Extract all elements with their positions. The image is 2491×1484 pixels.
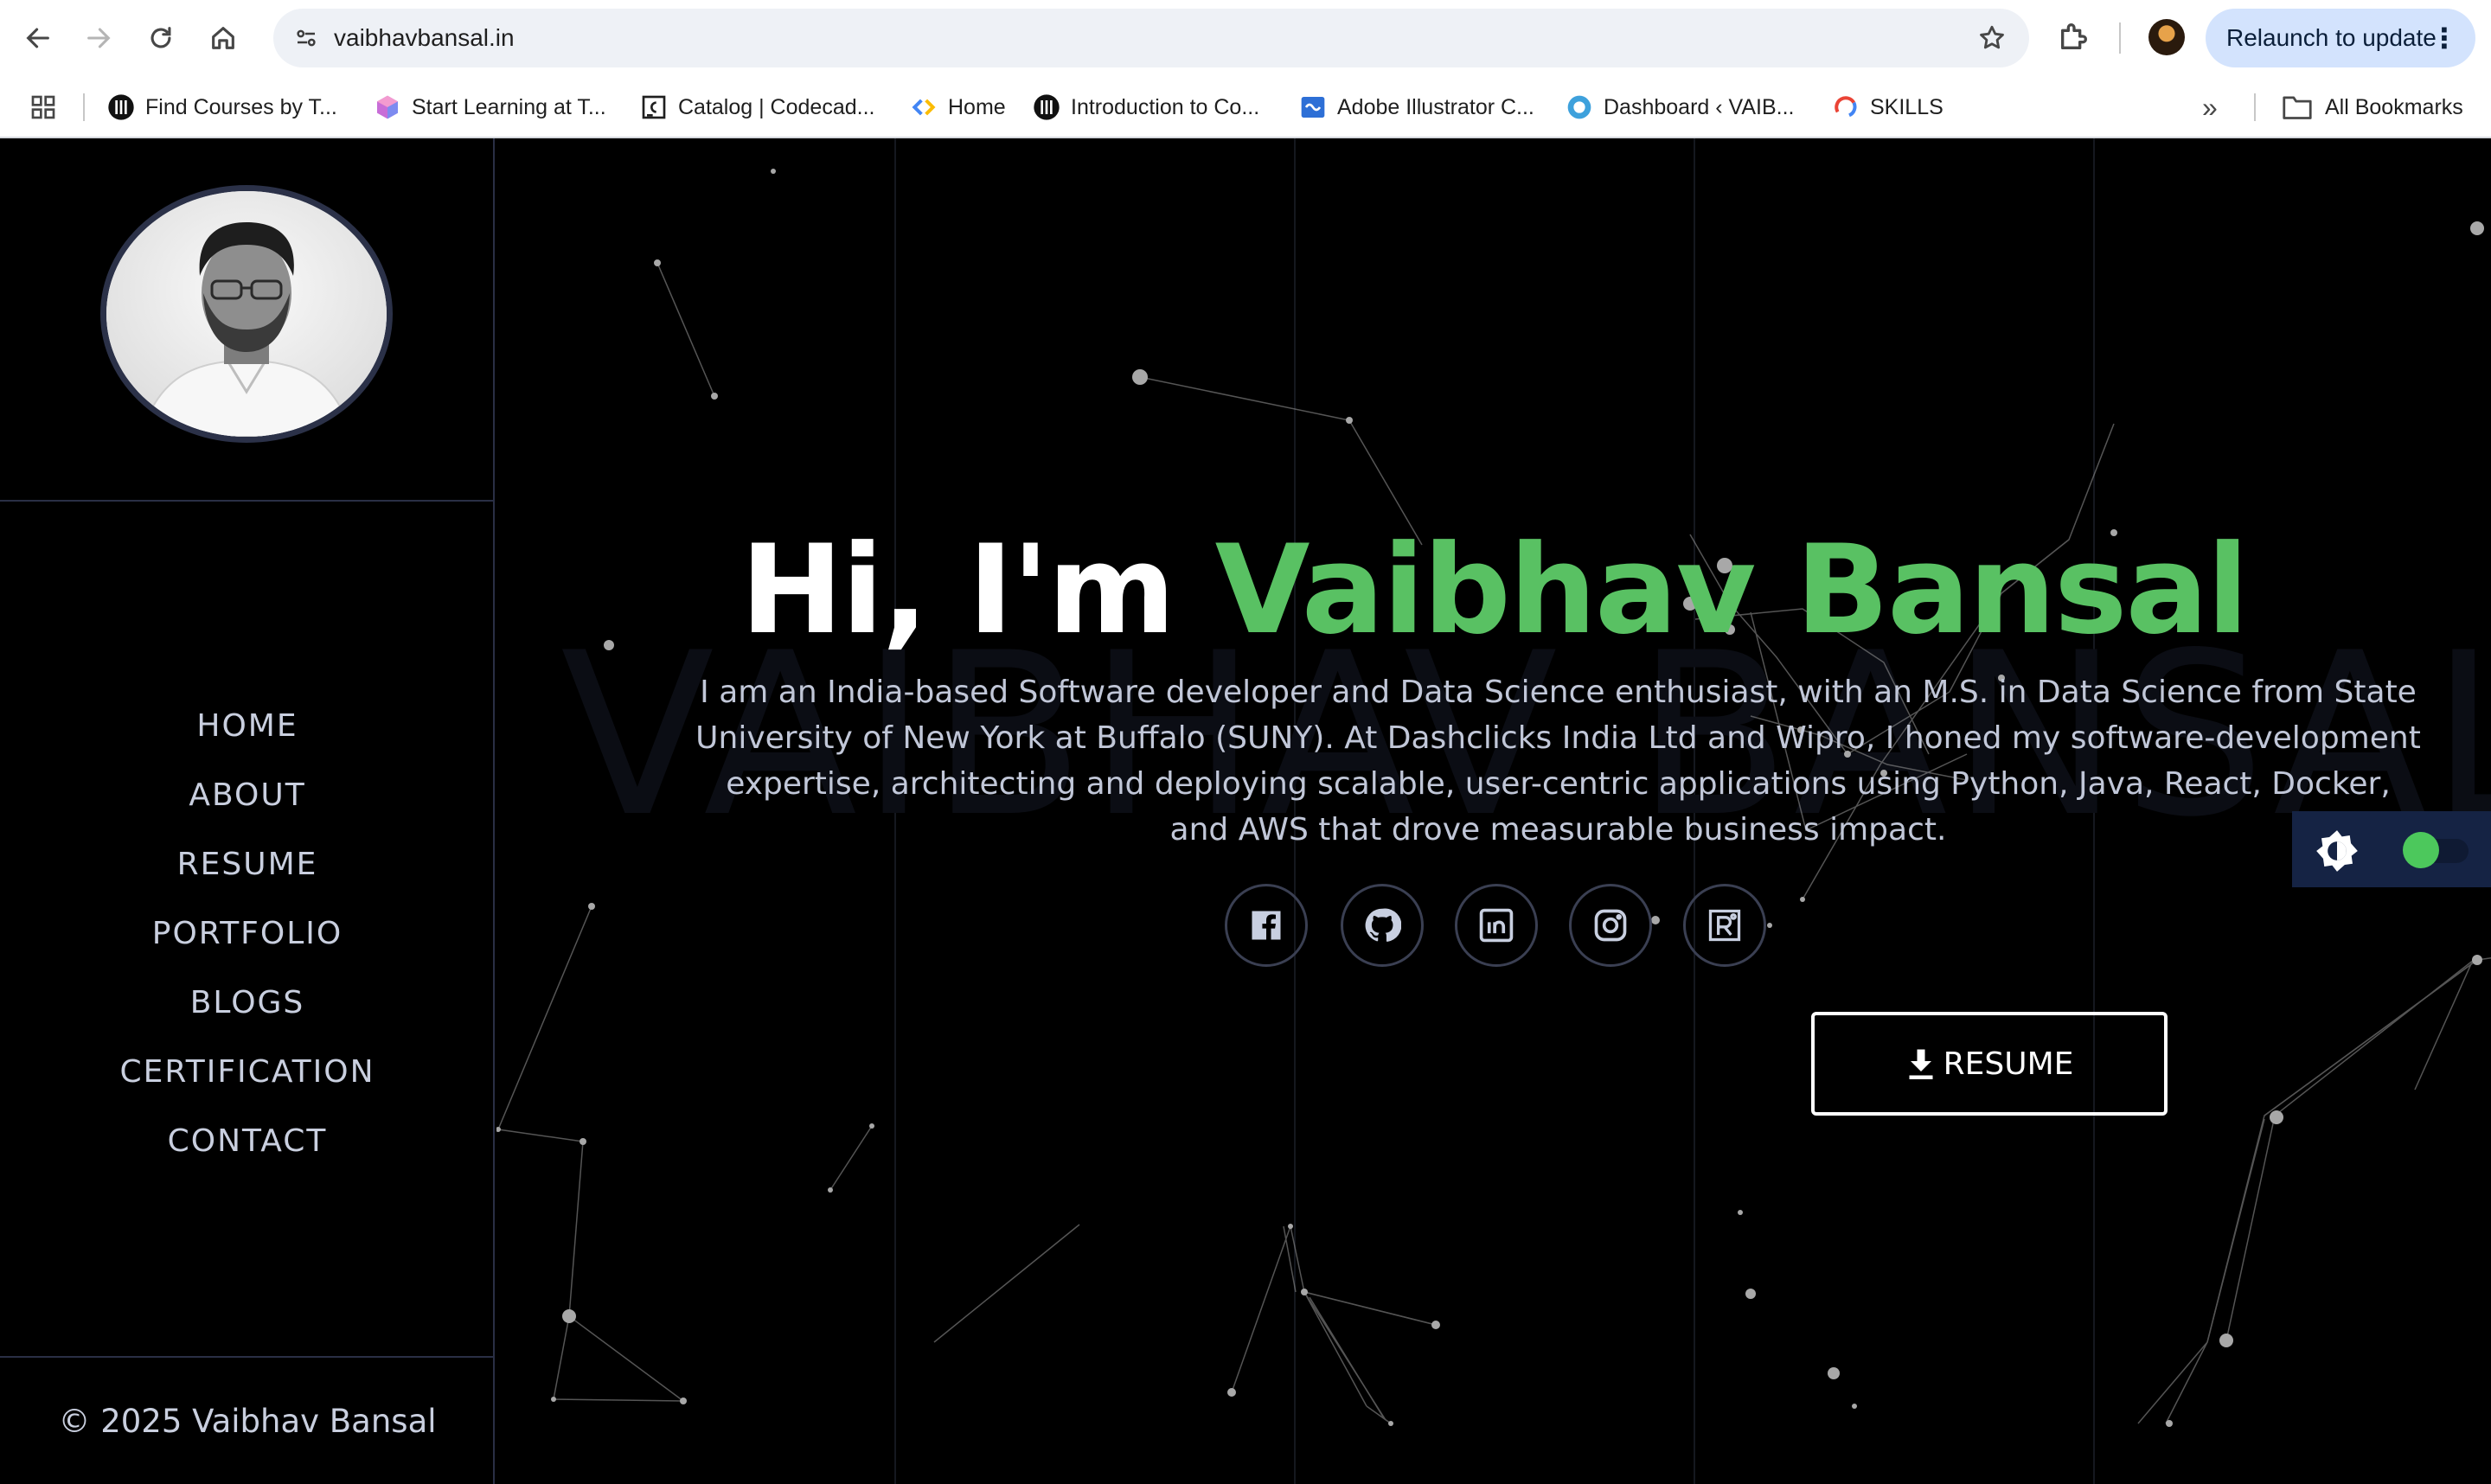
relaunch-to-update-button[interactable]: Relaunch to update ⋮ [2206, 9, 2475, 67]
reload-button[interactable] [135, 12, 187, 64]
nav-contact[interactable]: CONTACT [0, 1107, 495, 1176]
bookmark-label: Adobe Illustrator C... [1337, 94, 1534, 119]
copyright-text: © 2025 Vaibhav Bansal [58, 1403, 437, 1440]
skills-swirl-icon [1832, 93, 1860, 121]
bookmark-label: Introduction to Co... [1071, 94, 1260, 119]
bookmark-label: Catalog | Codecad... [678, 94, 875, 119]
bookmark-label: Start Learning at T... [412, 94, 606, 119]
nav-about[interactable]: ABOUT [0, 761, 495, 830]
bookmark-codecademy-catalog[interactable]: Catalog | Codecad... [640, 86, 874, 128]
brightness-icon [2316, 830, 2358, 872]
all-bookmarks-label: All Bookmarks [2325, 94, 2463, 119]
portfolio-page: HOME ABOUT RESUME PORTFOLIO BLOGS CERTIF… [0, 138, 2491, 1484]
forward-arrow-icon [87, 28, 111, 48]
resume-button-label: RESUME [1943, 1046, 2074, 1082]
extensions-puzzle-icon[interactable] [2057, 19, 2091, 54]
hero-name: Vaibhav Bansal [1214, 519, 2249, 662]
apps-grid-icon[interactable] [29, 93, 57, 121]
nav-portfolio[interactable]: PORTFOLIO [0, 899, 495, 969]
bookmark-home[interactable]: Home [910, 86, 1006, 128]
home-button[interactable] [197, 12, 249, 64]
nav-blogs[interactable]: BLOGS [0, 969, 495, 1038]
wordpress-icon [1566, 93, 1593, 121]
resume-r-icon [1708, 909, 1741, 942]
github-link[interactable] [1341, 884, 1424, 967]
linkedin-link[interactable] [1455, 884, 1538, 967]
address-bar[interactable]: vaibhavbansal.in [273, 9, 2029, 67]
social-links [1225, 884, 1775, 967]
browser-toolbar: vaibhavbansal.in Relaunch to update ⋮ [0, 0, 2491, 76]
treehouse-icon [107, 93, 135, 121]
hero-greeting: Hi, I'm [740, 519, 1215, 662]
folder-icon [2283, 96, 2312, 119]
forward-button[interactable] [73, 12, 125, 64]
github-icon [1365, 908, 1401, 942]
sidebar-divider [0, 1356, 495, 1358]
instagram-icon [1594, 909, 1627, 942]
more-menu-icon[interactable]: ⋮ [2430, 9, 2458, 67]
linkedin-icon [1479, 908, 1514, 943]
relaunch-label: Relaunch to update [2226, 24, 2437, 51]
main-navigation: HOME ABOUT RESUME PORTFOLIO BLOGS CERTIF… [0, 692, 495, 1176]
site-settings-icon[interactable] [289, 21, 323, 55]
nav-home[interactable]: HOME [0, 692, 495, 761]
bookmark-label: SKILLS [1870, 94, 1943, 119]
bookmark-label: Home [948, 94, 1006, 119]
bookmarks-divider [83, 93, 85, 121]
hero-description: I am an India-based Software developer a… [695, 675, 2421, 848]
bookmarks-bar: Find Courses by T... Start Learning at T… [0, 80, 2491, 135]
bookmark-star-icon[interactable] [1977, 23, 2007, 53]
bookmark-adobe-illustrator[interactable]: Adobe Illustrator C... [1299, 86, 1534, 128]
download-icon [1909, 1049, 1933, 1079]
udemy-blue-icon [1299, 93, 1327, 121]
sidebar: HOME ABOUT RESUME PORTFOLIO BLOGS CERTIF… [0, 138, 495, 1484]
code-brackets-icon [910, 93, 938, 121]
toolbar-divider [2119, 22, 2121, 54]
sidebar-divider [0, 500, 495, 502]
bookmark-label: Dashboard ‹ VAIB... [1604, 94, 1795, 119]
bookmark-introduction[interactable]: Introduction to Co... [1033, 86, 1259, 128]
toggle-knob[interactable] [2403, 832, 2439, 868]
home-icon [212, 27, 234, 49]
instagram-link[interactable] [1569, 884, 1652, 967]
nav-certification[interactable]: CERTIFICATION [0, 1038, 495, 1107]
codecademy-icon [640, 93, 668, 121]
bookmark-skills[interactable]: SKILLS [1832, 86, 1943, 128]
back-arrow-icon [26, 28, 49, 48]
bookmark-start-learning[interactable]: Start Learning at T... [374, 86, 606, 128]
url-text[interactable]: vaibhavbansal.in [334, 9, 515, 67]
resume-r-link[interactable] [1683, 884, 1766, 967]
facebook-link[interactable] [1225, 884, 1308, 967]
colorful-hexagon-icon [374, 93, 401, 121]
back-button[interactable] [12, 12, 64, 64]
bookmark-dashboard[interactable]: Dashboard ‹ VAIB... [1566, 86, 1794, 128]
profile-photo [100, 185, 393, 443]
treehouse-icon [1033, 93, 1060, 121]
hero-section: VAIBHAV BANSAL Hi, I'm Vaibhav Bansal I … [496, 138, 2491, 1484]
hero-heading: Hi, I'm Vaibhav Bansal [496, 519, 2491, 662]
theme-switcher[interactable] [2292, 811, 2491, 887]
download-resume-button[interactable]: RESUME [1811, 1012, 2168, 1116]
more-bookmarks-chevron-icon[interactable]: » [2202, 92, 2218, 124]
all-bookmarks-button[interactable]: All Bookmarks [2282, 86, 2463, 128]
bookmark-find-courses[interactable]: Find Courses by T... [107, 86, 337, 128]
browser-chrome: vaibhavbansal.in Relaunch to update ⋮ Fi… [0, 0, 2491, 138]
reload-icon [150, 27, 171, 48]
nav-resume[interactable]: RESUME [0, 830, 495, 899]
facebook-icon [1252, 911, 1281, 940]
bookmark-label: Find Courses by T... [145, 94, 337, 119]
profile-avatar-icon[interactable] [2148, 19, 2185, 55]
bookmarks-divider [2254, 93, 2256, 121]
